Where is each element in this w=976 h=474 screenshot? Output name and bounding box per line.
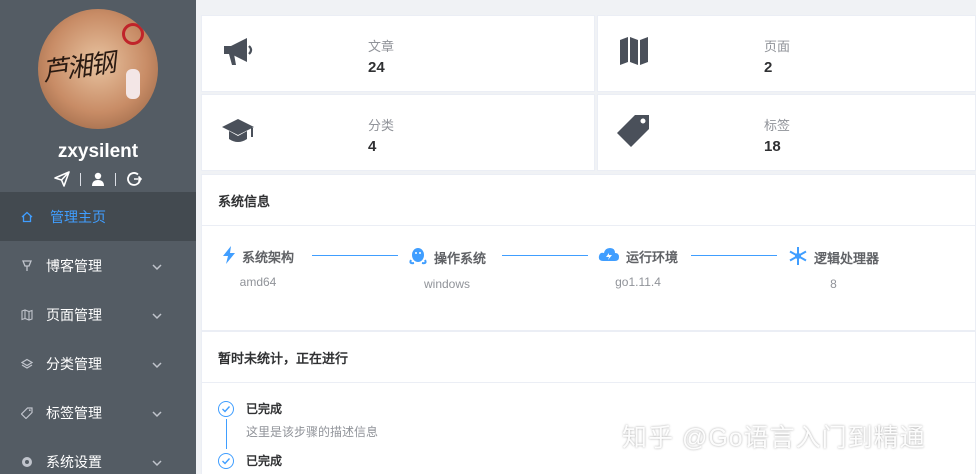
chevron-down-icon (152, 308, 162, 324)
timeline-connector (226, 419, 227, 449)
tag-icon (20, 406, 34, 420)
stat-card-articles: 文章 24 (201, 15, 595, 92)
tassel-decoration (126, 69, 140, 99)
sidebar-item-label: 分类管理 (46, 355, 102, 372)
profile-panel: 芦湘钢 zxysilent (0, 0, 196, 192)
user-icon[interactable] (91, 172, 105, 186)
chevron-down-icon (152, 406, 162, 422)
map-icon (20, 308, 34, 322)
step-connector (312, 255, 398, 256)
graduation-cap-icon (221, 113, 255, 152)
stat-card-pages: 页面 2 (597, 15, 976, 92)
sidebar-item-label: 系统设置 (46, 453, 102, 470)
chinese-knot-decoration (122, 23, 144, 45)
sidebar-item-label: 标签管理 (46, 404, 102, 421)
chevron-down-icon (152, 259, 162, 275)
check-circle-icon (218, 401, 234, 417)
system-info-steps: 系统架构 amd64 操作系统 windows 运行环境 go1.11.4 逻辑… (202, 226, 975, 331)
system-info-panel: 系统信息 系统架构 amd64 操作系统 windows 运行环境 go1.11… (201, 174, 976, 331)
layers-icon (20, 357, 34, 371)
stat-value: 4 (368, 138, 377, 155)
stat-value: 2 (764, 59, 773, 76)
divider (80, 172, 81, 186)
timeline-item: 已完成 (218, 453, 975, 469)
map-icon (617, 34, 651, 73)
chevron-down-icon (152, 455, 162, 471)
sidebar-item-home[interactable]: 管理主页 (0, 192, 196, 241)
step-label: 运行环境 (626, 250, 679, 265)
step-runtime: 运行环境 go1.11.4 (598, 246, 678, 289)
lightning-icon (222, 246, 236, 267)
stat-card-categories: 分类 4 (201, 94, 595, 171)
check-circle-icon (218, 453, 234, 469)
stat-label: 文章 (368, 39, 395, 54)
step-label: 操作系统 (434, 251, 487, 266)
home-icon (20, 210, 34, 224)
sidebar-item-settings[interactable]: 系统设置 (0, 437, 196, 474)
step-label: 逻辑处理器 (814, 251, 880, 266)
pin-icon (20, 259, 34, 273)
cloud-icon (598, 246, 620, 267)
watermark: 知乎 @Go语言入门到精通 (622, 424, 926, 452)
sidebar-item-tags[interactable]: 标签管理 (0, 388, 196, 437)
sidebar-item-pages[interactable]: 页面管理 (0, 290, 196, 339)
sidebar-item-label: 页面管理 (46, 306, 102, 323)
sidebar-item-blog[interactable]: 博客管理 (0, 241, 196, 290)
panel-title: 暂时未统计，正在进行 (202, 332, 975, 383)
settings-icon (20, 455, 34, 469)
stat-label: 分类 (368, 118, 395, 133)
avatar[interactable]: 芦湘钢 (38, 9, 158, 129)
timeline-title: 已完成 (246, 402, 283, 416)
step-value: 8 (830, 277, 837, 291)
penguin-icon (408, 246, 428, 269)
sidebar-item-categories[interactable]: 分类管理 (0, 339, 196, 388)
step-processors: 逻辑处理器 8 (788, 246, 879, 291)
divider (115, 172, 116, 186)
step-value: windows (423, 277, 471, 291)
avatar-signature: 芦湘钢 (40, 48, 117, 88)
chevron-down-icon (152, 357, 162, 373)
step-architecture: 系统架构 amd64 (222, 246, 294, 289)
sidebar: 芦湘钢 zxysilent 管理主页 博客管理 页面管理 分类管理 标签管理 系… (0, 0, 196, 474)
stat-label: 标签 (764, 118, 791, 133)
tag-icon (617, 113, 651, 152)
paper-plane-icon[interactable] (54, 171, 70, 187)
stat-card-tags: 标签 18 (597, 94, 976, 171)
step-connector (502, 255, 588, 256)
username: zxysilent (57, 141, 139, 162)
sidebar-item-label: 管理主页 (50, 208, 106, 225)
profile-actions (54, 171, 142, 187)
timeline-title: 已完成 (246, 454, 283, 468)
step-label: 系统架构 (242, 250, 295, 265)
step-value: go1.11.4 (615, 275, 661, 289)
megaphone-icon (221, 34, 255, 73)
sidebar-item-label: 博客管理 (46, 257, 102, 274)
step-os: 操作系统 windows (408, 246, 486, 291)
snowflake-icon (788, 246, 808, 269)
step-connector (691, 255, 777, 256)
panel-title: 系统信息 (202, 175, 975, 226)
logout-icon[interactable] (126, 171, 142, 187)
step-value: amd64 (239, 275, 277, 289)
stat-value: 18 (764, 138, 781, 155)
stat-label: 页面 (764, 39, 791, 54)
stat-value: 24 (368, 59, 385, 76)
